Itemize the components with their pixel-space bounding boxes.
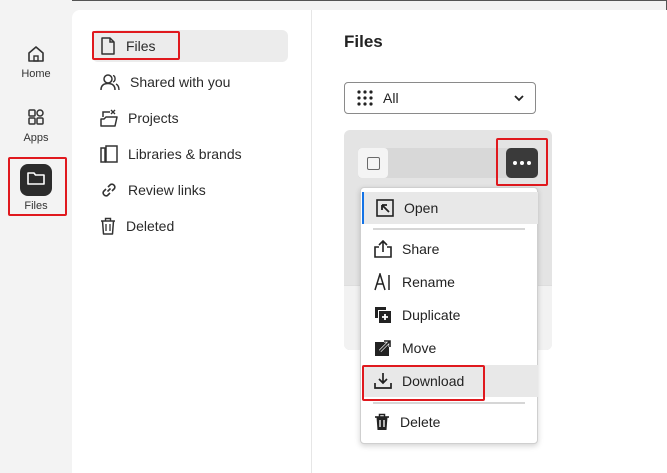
duplicate-icon xyxy=(375,307,391,323)
menu-item-label: Download xyxy=(402,373,465,389)
menu-separator xyxy=(373,402,525,404)
nav-item-libraries[interactable]: Libraries & brands xyxy=(92,138,288,170)
menu-item-download[interactable]: Download xyxy=(362,365,538,397)
grid-icon xyxy=(357,90,373,106)
card-checkbox[interactable] xyxy=(358,148,388,178)
file-icon xyxy=(101,37,115,55)
menu-item-delete[interactable]: Delete xyxy=(362,406,538,438)
nav-item-label: Review links xyxy=(128,182,206,198)
move-icon xyxy=(375,339,392,356)
rail-files[interactable]: Files xyxy=(0,164,72,212)
page-title: Files xyxy=(344,32,383,51)
nav-item-label: Libraries & brands xyxy=(128,146,242,162)
nav-item-projects[interactable]: Projects xyxy=(92,102,288,134)
chevron-down-icon xyxy=(514,95,524,102)
filter-dropdown[interactable]: All xyxy=(344,82,536,114)
open-icon xyxy=(376,199,394,217)
projects-icon xyxy=(100,109,118,127)
menu-item-label: Move xyxy=(402,340,437,356)
libraries-icon xyxy=(100,145,118,163)
menu-item-rename[interactable]: Rename xyxy=(362,266,538,298)
more-actions-button[interactable] xyxy=(506,148,538,178)
rail-home[interactable]: Home xyxy=(0,44,72,80)
nav-item-label: Files xyxy=(126,38,156,54)
share-icon xyxy=(374,240,392,258)
menu-item-label: Open xyxy=(404,200,439,216)
menu-item-label: Delete xyxy=(400,414,441,430)
rename-icon xyxy=(374,273,390,291)
nav-item-label: Deleted xyxy=(126,218,175,234)
rail-files-tile xyxy=(20,164,52,196)
download-icon xyxy=(374,373,392,389)
menu-item-label: Rename xyxy=(402,274,455,290)
filter-value: All xyxy=(383,90,399,106)
rail-files-label: Files xyxy=(24,200,48,212)
app-rail: Home Apps Files xyxy=(0,0,72,473)
apps-icon xyxy=(28,109,44,125)
nav-item-review-links[interactable]: Review links xyxy=(92,174,288,206)
nav-item-label: Projects xyxy=(128,110,179,126)
menu-item-open[interactable]: Open xyxy=(362,192,538,224)
nav-item-shared[interactable]: Shared with you xyxy=(92,66,288,98)
rail-apps[interactable]: Apps xyxy=(0,108,72,144)
nav-item-label: Shared with you xyxy=(130,74,231,90)
people-icon xyxy=(100,74,120,91)
folder-icon xyxy=(27,172,45,185)
rail-home-label: Home xyxy=(21,68,51,80)
menu-separator xyxy=(373,228,525,230)
link-icon xyxy=(102,183,116,197)
rail-apps-label: Apps xyxy=(23,132,49,144)
menu-item-move[interactable]: Move xyxy=(362,332,538,364)
trash-icon xyxy=(375,413,389,430)
context-menu: Open Share Rename Duplicate Move Downloa… xyxy=(360,187,538,444)
menu-item-label: Duplicate xyxy=(402,307,461,323)
menu-item-share[interactable]: Share xyxy=(362,233,538,265)
home-icon xyxy=(28,46,44,62)
trash-icon xyxy=(101,217,115,235)
sidebar-nav: Files Shared with you Projects Libraries… xyxy=(72,10,312,473)
menu-item-label: Share xyxy=(402,241,440,257)
menu-item-duplicate[interactable]: Duplicate xyxy=(362,299,538,331)
nav-item-deleted[interactable]: Deleted xyxy=(92,210,288,242)
nav-item-files[interactable]: Files xyxy=(92,30,288,62)
